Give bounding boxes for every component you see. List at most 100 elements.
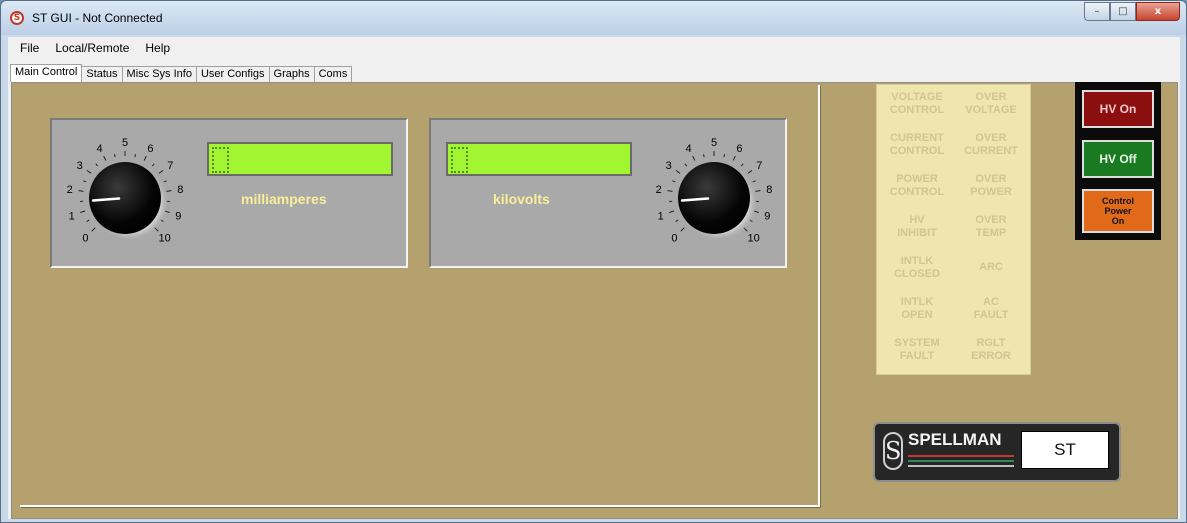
current-dial-tick [83,180,87,183]
close-button[interactable]: x [1136,2,1180,21]
menu-local-remote[interactable]: Local/Remote [47,41,137,55]
voltage-dial-tick [747,169,753,174]
voltage-dial-label: 0 [671,233,677,245]
current-dial-tick [91,227,96,232]
voltage-display-digit [451,147,468,173]
current-dial-label: 7 [167,160,173,172]
current-display-digit [212,147,229,173]
current-dial-tick [78,190,84,192]
current-dial-tick [80,210,86,213]
current-dial-label: 10 [158,233,170,245]
current-dial-label: 9 [175,210,181,222]
current-knob[interactable] [89,162,161,234]
status-indicator: VOLTAGE CONTROL [889,91,945,116]
current-dial-tick [114,154,116,158]
current-dial-tick [95,163,99,167]
current-dial-tick [151,163,155,167]
control-power-button[interactable]: Control Power On [1082,189,1154,233]
hv-on-button[interactable]: HV On [1082,90,1154,128]
current-meter-panel: milliamperes 0 1 2 3 4 5 6 7 8 9 10 [50,118,408,268]
status-indicator: ARC [979,261,1003,273]
status-indicator: RGLT ERROR [971,337,1011,362]
current-dial-label: 8 [177,184,183,196]
logo-green-stripe [908,460,1014,462]
voltage-dial-tick [703,154,705,158]
voltage-display [446,142,632,176]
voltage-dial-tick [740,163,744,167]
logo-brand: SPELLMAN [908,430,1002,449]
spellman-logo: S SPELLMAN ST [873,422,1121,482]
tab-graphs[interactable]: Graphs [268,66,315,82]
app-logo-icon[interactable]: S [10,11,24,25]
logo-gray-stripe [908,465,1014,467]
voltage-dial-tick [732,155,736,161]
voltage-dial-tick [675,169,681,174]
voltage-dial-tick [669,210,675,213]
current-dial-label: 1 [69,210,75,222]
tab-main-control[interactable]: Main Control [10,64,83,82]
voltage-knob[interactable] [678,162,750,234]
logo-model: ST [1021,431,1109,469]
current-dial-label: 4 [97,143,103,155]
app-window: S ST GUI - Not Connected – □ x File Loca… [0,0,1187,523]
voltage-dial-label: 4 [686,143,692,155]
menu-help[interactable]: Help [137,41,178,55]
voltage-knob-dial[interactable]: 012345678910 [639,123,789,269]
logo-red-stripe [908,455,1014,457]
current-dial-tick [103,155,107,161]
voltage-dial-tick [692,155,696,161]
status-indicator: OVER CURRENT [964,132,1018,157]
tab-coms[interactable]: Coms [313,66,353,82]
voltage-dial-label: 5 [711,137,717,149]
current-dial-label: 3 [77,160,83,172]
control-power-label-1: Control [1102,196,1134,206]
current-dial-tick [163,180,167,183]
control-power-label-2: Power [1104,206,1132,216]
tab-user-configs[interactable]: User Configs [195,66,270,82]
current-dial-tick [158,169,164,174]
voltage-dial-label: 2 [656,184,662,196]
status-indicator: OVER TEMP [975,214,1007,239]
voltage-dial-tick [675,219,679,222]
current-unit-label: milliamperes [241,191,327,207]
tab-strip: Main Control Status Misc Sys Info User C… [10,64,353,82]
voltage-dial-tick [680,227,685,232]
status-indicator-panel: VOLTAGE CONTROL OVER VOLTAGE CURRENT CONTROL O… [876,84,1031,375]
voltage-unit-label: kilovolts [493,191,550,207]
voltage-meter-panel: kilovolts 0 1 2 3 4 5 6 7 8 9 10 [429,118,787,268]
status-indicator: OVER VOLTAGE [965,91,1017,116]
current-dial-tick [86,219,90,222]
tab-status[interactable]: Status [81,66,123,82]
menu-file[interactable]: File [12,41,47,55]
control-power-label-3: On [1111,216,1125,226]
status-indicator: INTLK OPEN [900,296,934,321]
voltage-dial-label: 3 [666,160,672,172]
hv-off-button[interactable]: HV Off [1082,140,1154,178]
current-dial-label: 0 [82,233,88,245]
maximize-button[interactable]: □ [1110,2,1136,21]
status-indicator: POWER CONTROL [889,173,945,198]
hv-control-box: HV On HV Off Control Power On [1075,82,1161,240]
tab-misc-sys-info[interactable]: Misc Sys Info [121,66,197,82]
voltage-dial-tick [672,180,676,183]
spellman-s-icon: S [883,432,903,470]
menu-bar: File Local/Remote Help [8,37,1180,59]
voltage-dial-tick [667,190,673,192]
status-indicator: OVER POWER [970,173,1012,198]
current-dial-label: 2 [67,184,73,196]
voltage-dial-label: 7 [756,160,762,172]
status-indicator: HV INHIBIT [897,214,937,239]
title-bar[interactable]: S ST GUI - Not Connected – □ x [1,1,1186,35]
status-indicator: AC FAULT [973,296,1009,321]
voltage-dial-label: 1 [658,210,664,222]
current-dial-label: 6 [147,143,153,155]
current-dial-tick [134,154,136,158]
status-indicator: SYSTEM FAULT [894,337,940,362]
current-knob-dial[interactable]: 012345678910 [50,123,200,269]
voltage-dial-label: 10 [747,233,759,245]
voltage-dial-tick [752,180,756,183]
voltage-dial-label: 8 [766,184,772,196]
current-display [207,142,393,176]
voltage-dial-tick [684,163,688,167]
minimize-button[interactable]: – [1084,2,1110,21]
